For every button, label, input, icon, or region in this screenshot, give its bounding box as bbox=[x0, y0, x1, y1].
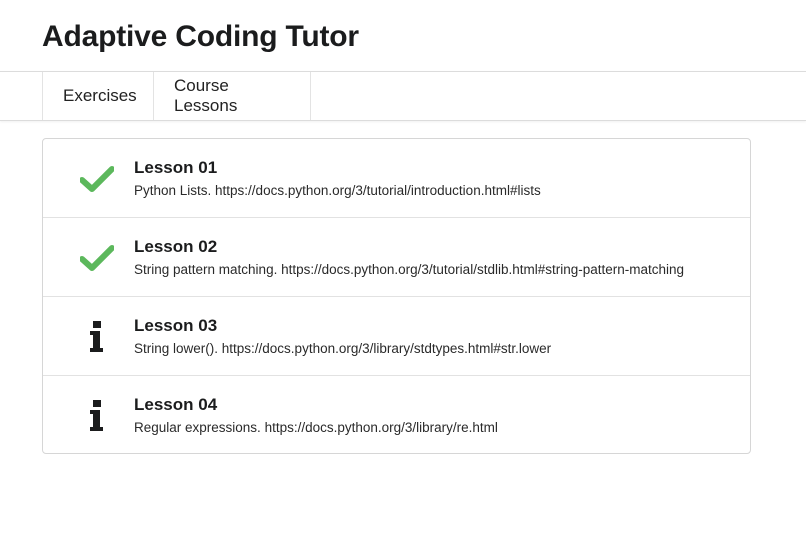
lesson-item[interactable]: Lesson 02 String pattern matching. https… bbox=[43, 218, 750, 297]
info-icon bbox=[79, 321, 115, 353]
lesson-item[interactable]: Lesson 03 String lower(). https://docs.p… bbox=[43, 297, 750, 376]
lesson-title: Lesson 04 bbox=[134, 395, 218, 414]
tabs: Exercises Course Lessons bbox=[42, 72, 311, 120]
lesson-item[interactable]: Lesson 01 Python Lists. https://docs.pyt… bbox=[43, 139, 750, 218]
app-header: Adaptive Coding Tutor bbox=[0, 0, 806, 72]
lesson-description: String pattern matching. https://docs.py… bbox=[134, 262, 685, 277]
lesson-title: Lesson 01 bbox=[134, 158, 218, 177]
tab-exercises[interactable]: Exercises bbox=[43, 72, 154, 120]
info-icon bbox=[79, 400, 115, 432]
tab-bar: Exercises Course Lessons bbox=[0, 71, 806, 121]
check-icon bbox=[79, 242, 115, 274]
lesson-title: Lesson 02 bbox=[134, 237, 218, 256]
app-title: Adaptive Coding Tutor bbox=[42, 20, 359, 53]
check-icon bbox=[79, 163, 115, 195]
lesson-description: Python Lists. https://docs.python.org/3/… bbox=[134, 183, 541, 198]
lesson-description: Regular expressions. https://docs.python… bbox=[134, 420, 498, 435]
lesson-description: String lower(). https://docs.python.org/… bbox=[134, 341, 552, 356]
lesson-list: Lesson 01 Python Lists. https://docs.pyt… bbox=[42, 138, 751, 454]
tab-course-lessons[interactable]: Course Lessons bbox=[154, 72, 311, 120]
lesson-item[interactable]: Lesson 04 Regular expressions. https://d… bbox=[43, 376, 750, 454]
lesson-title: Lesson 03 bbox=[134, 316, 218, 335]
